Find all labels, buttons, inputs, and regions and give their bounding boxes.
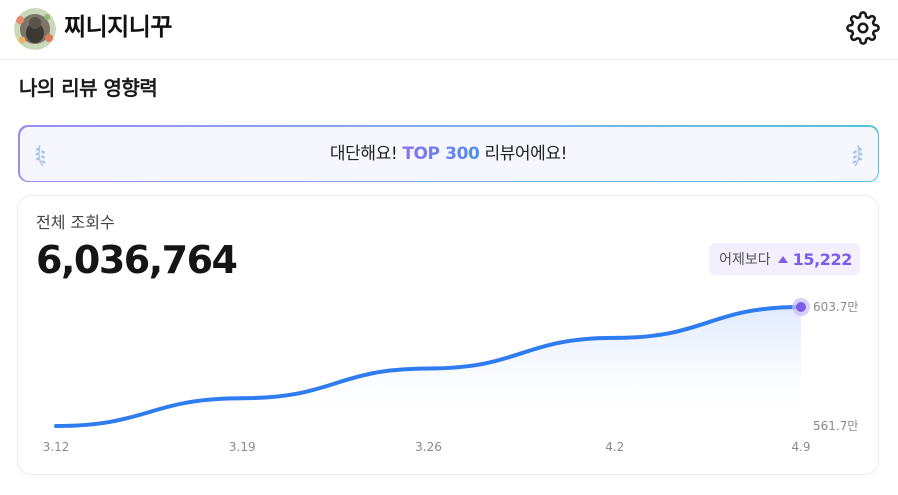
delta-label: 어제보다 [719, 252, 771, 268]
reviewer-rank-banner: 대단해요! TOP 300 리뷰어에요! [18, 125, 879, 182]
banner-message: 대단해요! TOP 300 리뷰어에요! [20, 143, 878, 165]
delta-value: 15,222 [792, 249, 853, 269]
laurel-right-icon [851, 144, 863, 166]
total-views-value: 6,036,764 [36, 238, 238, 282]
app-header: 찌니지니꾸 [0, 0, 898, 60]
total-views-label: 전체 조회수 [36, 213, 115, 232]
username: 찌니지니꾸 [64, 13, 172, 41]
rank-highlight: TOP 300 [402, 143, 480, 164]
page-title: 나의 리뷰 영향력 [19, 76, 158, 100]
daily-delta-badge: 어제보다 15,222 [709, 243, 860, 275]
avatar[interactable] [14, 8, 56, 50]
banner-suffix: 리뷰어에요! [479, 143, 568, 164]
gear-icon[interactable] [846, 11, 880, 45]
banner-prefix: 대단해요! [329, 143, 403, 164]
total-views-card: 전체 조회수 6,036,764 어제보다 15,222 [18, 196, 878, 474]
triangle-up-icon [777, 255, 788, 263]
